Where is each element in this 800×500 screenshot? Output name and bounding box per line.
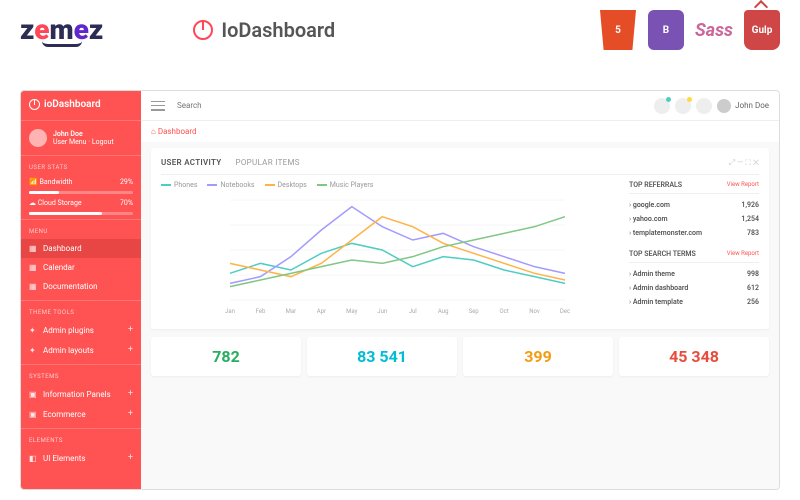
svg-text:Nov: Nov [529, 308, 540, 315]
stat-card: 83 541 [307, 337, 457, 376]
breadcrumb[interactable]: Dashboard [141, 121, 779, 142]
product-brand: IoDashboard [193, 18, 335, 42]
sass-icon: Sass [696, 10, 732, 50]
notif-icon[interactable] [654, 98, 670, 114]
promo-header: zemez IoDashboard 5 B Sass Gulp [0, 0, 800, 60]
line-chart: Jan Feb Mar Apr May Jun Jul Aug Sep Oct Nov Dec [161, 195, 619, 315]
sidebar: ioDashboard John Doe User Menu · Logout … [21, 91, 141, 489]
card-tools[interactable]: ⤢ — ⛶ ✕ [729, 158, 759, 168]
search-input[interactable] [173, 97, 646, 114]
top-referrals: TOP REFERRALSView Report › google.com1,9… [629, 181, 759, 240]
svg-text:Dec: Dec [560, 308, 570, 315]
stat-storage: ☁ Cloud Storage70% [21, 196, 141, 210]
avatar [29, 129, 47, 147]
sidebar-item-plugins[interactable]: ✦Admin plugins+ [21, 320, 141, 340]
user-name: John Doe [53, 130, 114, 138]
svg-text:May: May [346, 308, 357, 315]
power-icon [193, 20, 213, 40]
stat-card: 399 [463, 337, 613, 376]
top-search-terms: TOP SEARCH TERMSView Report › Admin them… [629, 250, 759, 309]
svg-text:Mar: Mar [286, 308, 297, 315]
zemez-logo: zemez [20, 13, 103, 47]
view-report-link[interactable]: View Report [727, 250, 759, 258]
tab-user-activity[interactable]: USER ACTIVITY [161, 158, 222, 168]
topbar-user[interactable]: John Doe [717, 99, 769, 113]
user-sub: User Menu · Logout [53, 138, 114, 146]
svg-text:Jun: Jun [377, 308, 387, 315]
view-report-link[interactable]: View Report [727, 181, 759, 189]
svg-text:Sep: Sep [469, 308, 480, 315]
svg-text:Jan: Jan [225, 308, 235, 315]
section-label: ELEMENTS [21, 433, 141, 448]
app-frame: ioDashboard John Doe User Menu · Logout … [20, 90, 780, 490]
topbar: John Doe [141, 91, 779, 121]
sidebar-item-layouts[interactable]: ✦Admin layouts+ [21, 340, 141, 360]
section-label: USER STATS [21, 160, 141, 175]
stat-card: 45 348 [619, 337, 769, 376]
stat-bandwidth: 📶 Bandwidth29% [21, 175, 141, 189]
sidebar-item-dashboard[interactable]: ▦Dashboard [21, 239, 141, 258]
svg-text:Jul: Jul [409, 308, 417, 315]
sidebar-item-ui[interactable]: ◧UI Elements+ [21, 448, 141, 468]
power-icon [29, 99, 40, 110]
section-label: THEME TOOLS [21, 305, 141, 320]
tech-badges: 5 B Sass Gulp [600, 10, 780, 50]
tab-popular[interactable]: POPULAR ITEMS [236, 158, 300, 168]
svg-text:Apr: Apr [317, 308, 326, 315]
sidebar-item-info[interactable]: ▣Information Panels+ [21, 384, 141, 404]
section-label: MENU [21, 224, 141, 239]
svg-text:Aug: Aug [438, 308, 449, 315]
main: John Doe Dashboard USER ACTIVITY POPULAR… [141, 91, 779, 489]
html5-icon: 5 [600, 10, 636, 50]
sidebar-item-ecom[interactable]: ▣Ecommerce+ [21, 404, 141, 424]
bootstrap-icon: B [648, 10, 684, 50]
section-label: SYSTEMS [21, 369, 141, 384]
stat-card: 782 [151, 337, 301, 376]
activity-card: USER ACTIVITY POPULAR ITEMS ⤢ — ⛶ ✕ Phon… [151, 148, 769, 329]
stats-row: 782 83 541 399 45 348 [151, 337, 769, 376]
menu-toggle-icon[interactable] [151, 101, 165, 111]
svg-text:Feb: Feb [256, 308, 266, 315]
avatar [717, 99, 731, 113]
chart-legend: Phones Notebooks Desktops Music Players [161, 181, 619, 189]
sidebar-item-docs[interactable]: ▦Documentation [21, 277, 141, 296]
gulp-icon: Gulp [744, 10, 780, 50]
sidebar-user[interactable]: John Doe User Menu · Logout [21, 125, 141, 151]
sidebar-item-calendar[interactable]: ▦Calendar [21, 258, 141, 277]
sidebar-brand: ioDashboard [21, 99, 141, 116]
svg-text:Oct: Oct [499, 308, 508, 315]
chat-icon[interactable] [696, 98, 712, 114]
alert-icon[interactable] [675, 98, 691, 114]
